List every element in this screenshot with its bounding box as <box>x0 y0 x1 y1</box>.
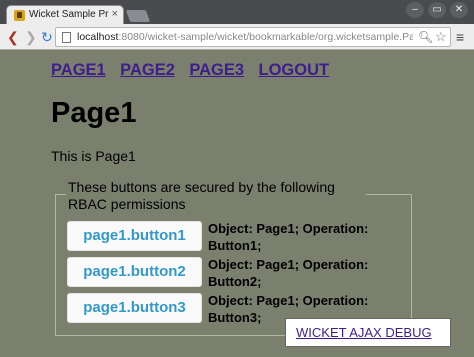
menu-icon[interactable]: ≡ <box>456 29 464 45</box>
browser-titlebar: Wicket Sample Proje × – ▭ ✕ <box>0 0 474 25</box>
permission-label-button1: Object: Page1; Operation: Button1; <box>208 221 369 253</box>
nav-link-logout[interactable]: LOGOUT <box>259 61 330 79</box>
new-tab-button[interactable] <box>125 10 151 22</box>
page1-button1[interactable]: page1.button1 <box>67 221 202 251</box>
browser-tab[interactable]: Wicket Sample Proje × <box>6 5 124 25</box>
page1-button2[interactable]: page1.button2 <box>67 257 202 287</box>
zoom-icon[interactable]: 🔍︎ <box>418 30 433 44</box>
nav-link-page3[interactable]: PAGE3 <box>189 61 244 79</box>
page-content: PAGE1 PAGE2 PAGE3 LOGOUT Page1 This is P… <box>0 51 474 357</box>
permission-label-button2: Object: Page1; Operation: Button2; <box>208 257 369 289</box>
maximize-icon[interactable]: ▭ <box>428 2 446 18</box>
fieldset-legend: These buttons are secured by the followi… <box>66 179 366 213</box>
close-window-icon[interactable]: ✕ <box>450 2 468 18</box>
bookmark-star-icon[interactable]: ☆ <box>435 29 447 45</box>
page1-button3[interactable]: page1.button3 <box>67 293 202 323</box>
minimize-icon[interactable]: – <box>406 2 424 18</box>
tab-close-icon[interactable]: × <box>112 8 118 20</box>
page-title: Page1 <box>51 97 137 129</box>
wicket-ajax-debug-box: WICKET AJAX DEBUG <box>285 318 451 347</box>
address-bar[interactable]: localhost:8080/wicket-sample/wicket/book… <box>55 27 451 47</box>
wicket-ajax-debug-link[interactable]: WICKET AJAX DEBUG <box>296 325 432 340</box>
reload-icon[interactable]: ↻ <box>41 28 53 46</box>
page-icon <box>62 32 71 43</box>
back-icon[interactable]: ❮ <box>7 28 19 46</box>
tab-title: Wicket Sample Proje <box>29 9 109 20</box>
page-description: This is Page1 <box>51 148 136 164</box>
browser-toolbar: ❮ ❯ ↻ localhost:8080/wicket-sample/wicke… <box>0 24 474 50</box>
url-text[interactable]: localhost:8080/wicket-sample/wicket/book… <box>77 31 413 43</box>
nav-link-page2[interactable]: PAGE2 <box>120 61 175 79</box>
top-navigation: PAGE1 PAGE2 PAGE3 LOGOUT <box>51 61 339 80</box>
wicket-favicon-icon <box>14 10 25 21</box>
nav-link-page1[interactable]: PAGE1 <box>51 61 106 79</box>
forward-icon[interactable]: ❯ <box>25 28 37 46</box>
